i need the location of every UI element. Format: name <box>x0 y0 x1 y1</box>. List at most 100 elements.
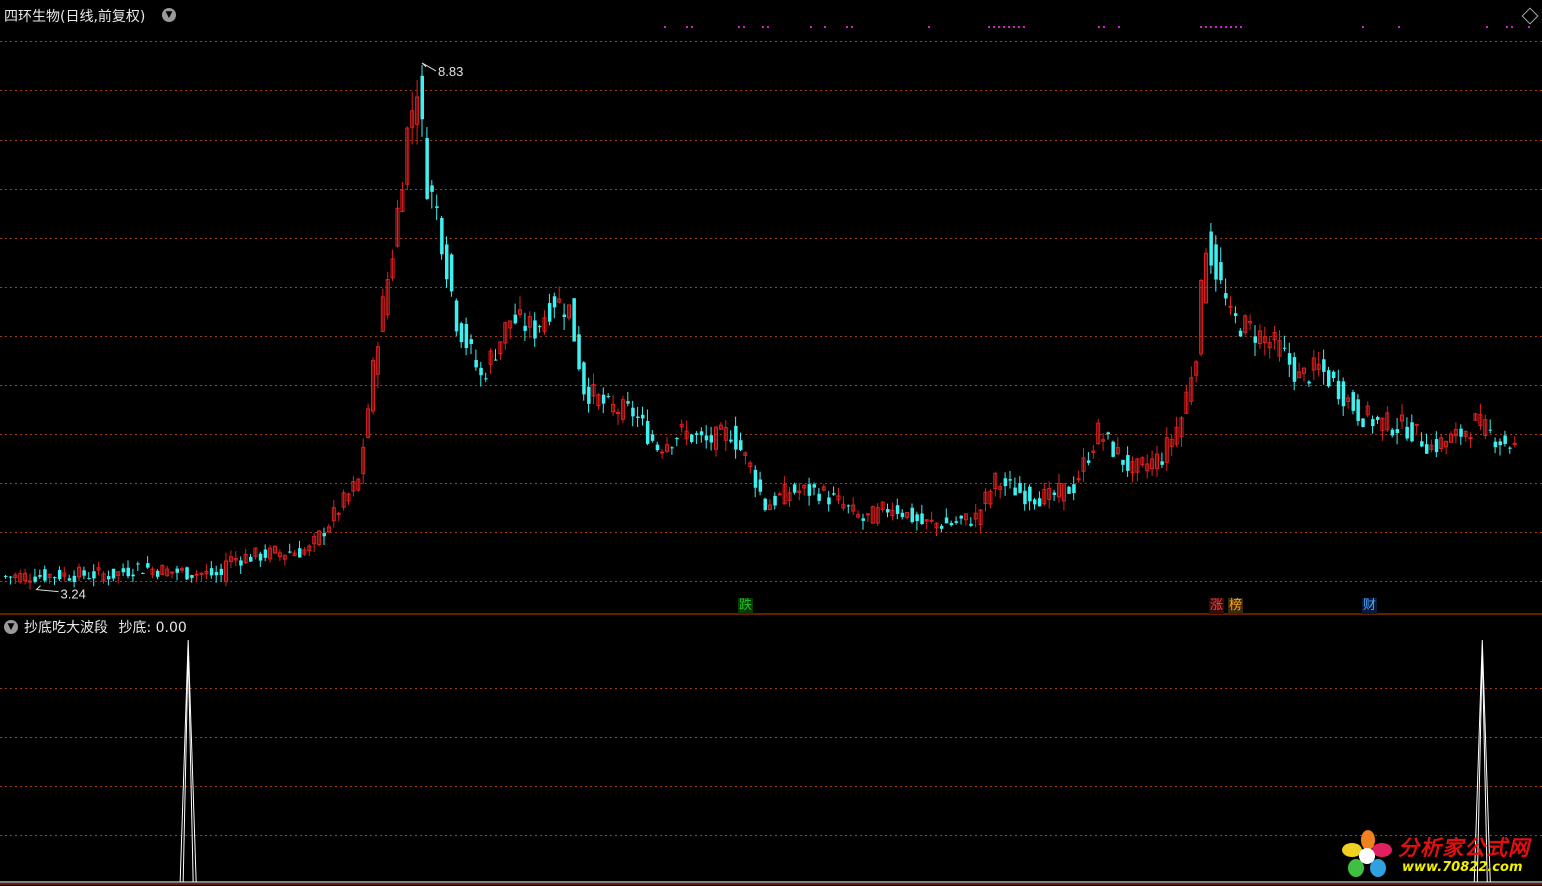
candle-body <box>440 217 444 255</box>
signal-spike <box>0 639 1542 883</box>
candle-body <box>106 576 111 580</box>
candle-body <box>1253 336 1257 343</box>
candle-body <box>131 574 135 577</box>
candle-body <box>900 512 905 517</box>
signal-dot <box>664 26 666 28</box>
candle-body <box>1376 416 1380 420</box>
chevron-down-icon[interactable]: ▼ <box>162 8 176 22</box>
candle-body <box>1459 428 1463 437</box>
candle-body <box>494 359 498 361</box>
candle-body <box>87 578 91 580</box>
candle-body <box>1037 498 1042 507</box>
candle-body <box>53 577 57 579</box>
candle-body <box>969 523 973 526</box>
tag-rise[interactable]: 涨 <box>1209 598 1225 614</box>
signal-dot <box>1398 26 1400 28</box>
candle-body <box>155 570 160 577</box>
candle-body <box>915 514 919 522</box>
candle-body <box>523 325 527 331</box>
candle-body <box>57 570 62 580</box>
tag-rank[interactable]: 榜 <box>1228 598 1244 614</box>
candle-body <box>449 254 454 292</box>
candle-body <box>1410 422 1414 442</box>
tag-finance[interactable]: 财 <box>1362 598 1378 614</box>
candle-body <box>1390 429 1395 436</box>
indicator-name: 抄底吃大波段 <box>24 620 108 636</box>
chevron-down-icon[interactable]: ▼ <box>4 620 18 634</box>
candle-body <box>954 521 959 523</box>
candle-body <box>1214 244 1218 280</box>
candle-body <box>146 563 150 568</box>
candle-body <box>552 296 557 308</box>
candle-body <box>298 548 302 558</box>
candle-body <box>920 513 924 525</box>
signal-dot <box>1008 26 1010 28</box>
candle-body <box>709 435 714 443</box>
candle-body <box>773 495 777 506</box>
tag-fall[interactable]: 跌 <box>738 598 754 614</box>
candle-body <box>704 435 709 441</box>
signal-dot <box>1118 26 1120 28</box>
indicator-header: 抄底吃大波段 抄底: 0.00 <box>24 617 187 637</box>
candle-body <box>734 425 738 450</box>
candle-body <box>1126 455 1130 471</box>
candle-body <box>1013 487 1017 496</box>
candle-body <box>763 498 767 511</box>
signal-spike <box>0 639 1542 883</box>
candle-body <box>258 553 263 561</box>
high-marker: 8.83 <box>421 62 463 79</box>
candle-body <box>185 567 189 580</box>
candle-body <box>1331 371 1336 379</box>
candle-body <box>214 572 219 576</box>
candle-body <box>572 298 576 342</box>
candle-body <box>126 567 130 577</box>
signal-spike-inner <box>182 649 194 883</box>
candle-body <box>111 568 116 579</box>
candle-body <box>832 493 836 495</box>
signal-dot <box>743 26 745 28</box>
signal-dot <box>767 26 769 28</box>
candle-body <box>538 326 542 328</box>
candle-body <box>1336 380 1341 400</box>
low-price-label: 3.24 <box>61 587 86 602</box>
candle-body <box>92 571 96 579</box>
candle-body <box>547 303 552 322</box>
candle-body <box>1008 479 1012 481</box>
candle-body <box>1508 447 1512 449</box>
candle-body <box>1238 330 1243 337</box>
candle-body <box>895 505 900 514</box>
signal-dot <box>988 26 990 28</box>
signal-dot <box>1230 26 1232 28</box>
candle-body <box>464 324 469 349</box>
candle-body <box>1233 313 1238 316</box>
candle-body <box>582 362 586 395</box>
candle-body <box>1287 353 1292 365</box>
candle-body <box>861 518 865 521</box>
candle-body <box>533 320 537 339</box>
signal-dot <box>691 26 693 28</box>
signal-dot <box>851 26 853 28</box>
candle-body <box>645 421 650 444</box>
signal-dot <box>1210 26 1212 28</box>
candle-body <box>513 314 518 324</box>
candle-body <box>949 522 954 526</box>
candle-body <box>670 447 674 449</box>
candle-body <box>758 479 763 492</box>
candle-body <box>577 334 581 370</box>
candle-body <box>1493 441 1498 448</box>
chart-canvas: 8.83 3.24 <box>0 26 1542 885</box>
signal-dot <box>998 26 1000 28</box>
candles <box>4 64 1517 590</box>
signal-dot <box>1240 26 1242 28</box>
candle-body <box>1018 482 1022 493</box>
candle-body <box>812 484 816 488</box>
candle-body <box>1425 444 1429 454</box>
candle-body <box>631 407 635 417</box>
candle-body <box>587 386 591 404</box>
signal-dot <box>1103 26 1105 28</box>
candle-body <box>288 551 292 553</box>
candle-body <box>1322 359 1326 372</box>
indicator-grid <box>0 688 1542 836</box>
candle-body <box>1503 435 1507 444</box>
signal-dot <box>1235 26 1237 28</box>
